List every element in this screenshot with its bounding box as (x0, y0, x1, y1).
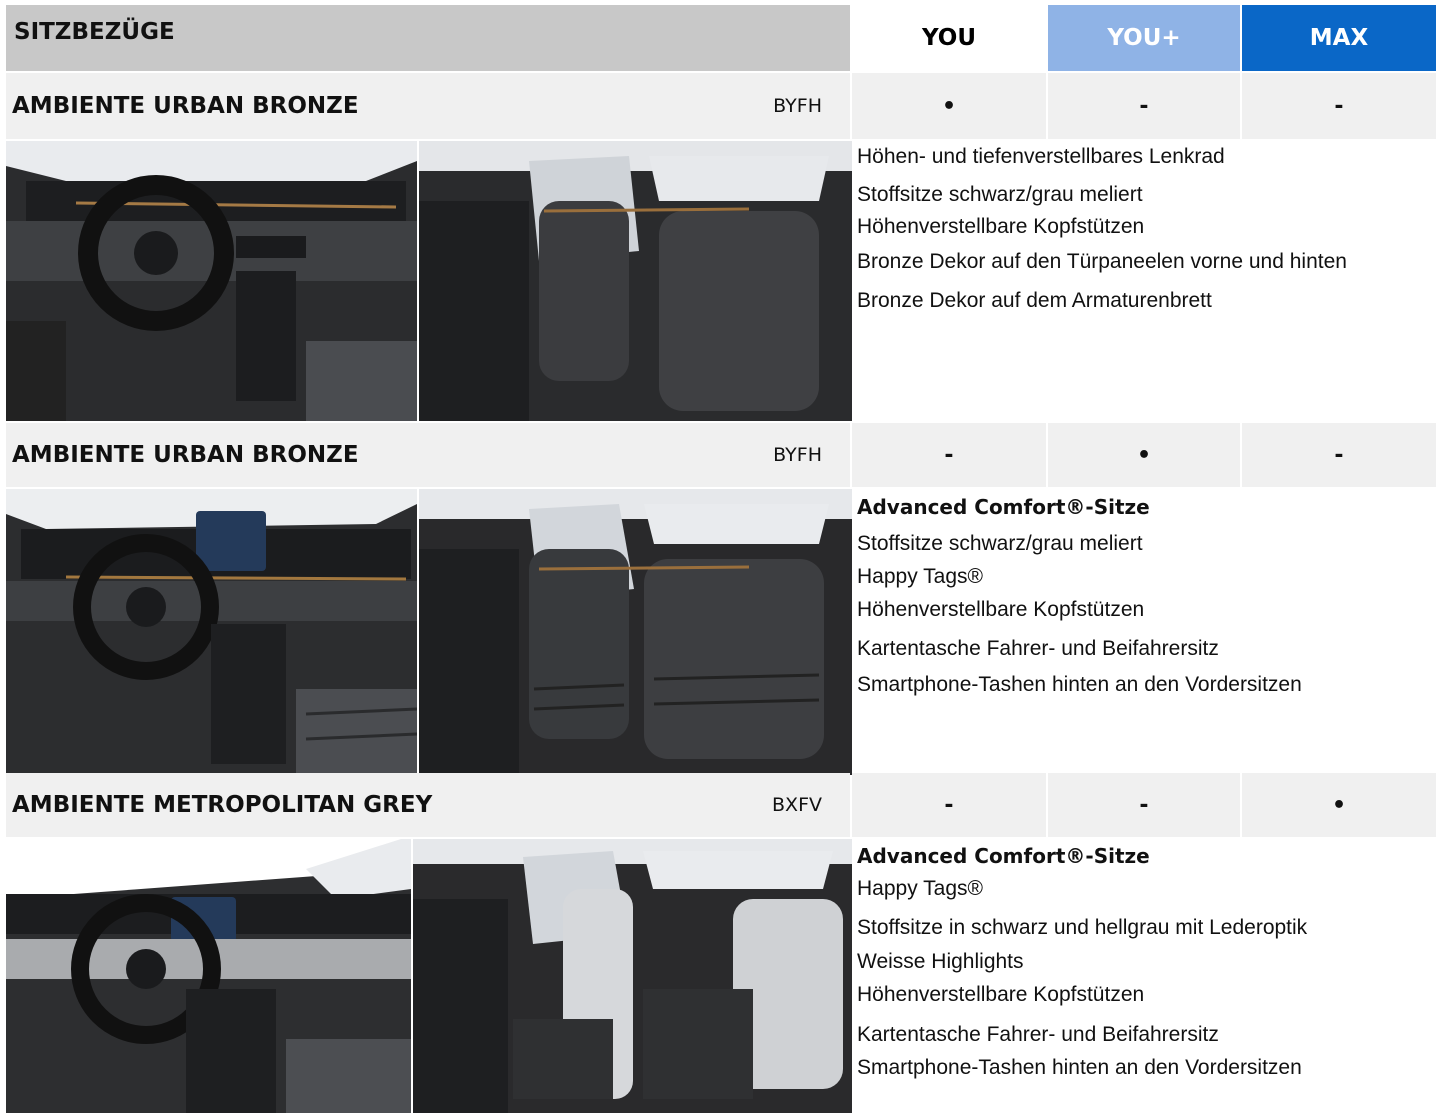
section-title: SITZBEZÜGE (6, 5, 850, 71)
option-code: BXFV (772, 794, 822, 816)
feature-item: Smartphone-Tashen hinten an den Vordersi… (857, 673, 1302, 696)
seats-photo (419, 141, 852, 421)
dashboard-photo (6, 839, 411, 1113)
feature-item: Happy Tags® (857, 565, 983, 588)
row-name: AMBIENTE METROPOLITAN GREY (12, 792, 433, 818)
row-name: AMBIENTE URBAN BRONZE (12, 442, 359, 468)
availability-you: - (852, 773, 1046, 837)
tier-max-header: MAX (1242, 5, 1436, 71)
feature-item: Smartphone-Tashen hinten an den Vordersi… (857, 1056, 1302, 1079)
feature-item: Stoffsitze in schwarz und hellgrau mit L… (857, 916, 1308, 939)
feature-item: Höhenverstellbare Kopfstützen (857, 983, 1145, 1006)
availability-max: • (1242, 773, 1436, 837)
feature-item: Bronze Dekor auf den Türpaneelen vorne u… (857, 250, 1347, 273)
feature-list: Höhen- und tiefenverstellbares Lenkrad S… (857, 141, 1437, 421)
dashboard-photo (6, 489, 417, 775)
feature-list: Advanced Comfort®-Sitze Stoffsitze schwa… (857, 489, 1437, 775)
availability-you-plus: • (1048, 423, 1240, 487)
option-code: BYFH (773, 444, 822, 466)
feature-item: Höhen- und tiefenverstellbares Lenkrad (857, 145, 1225, 168)
seats-photo (419, 489, 852, 775)
availability-you: • (852, 73, 1046, 139)
feature-item: Weisse Highlights (857, 950, 1024, 973)
feature-item: Kartentasche Fahrer- und Beifahrersitz (857, 637, 1219, 660)
feature-list: Advanced Comfort®-Sitze Happy Tags® Stof… (857, 839, 1437, 1113)
availability-you-plus: - (1048, 73, 1240, 139)
availability-max: - (1242, 73, 1436, 139)
feature-item: Bronze Dekor auf dem Armaturenbrett (857, 289, 1212, 312)
dashboard-photo (6, 141, 417, 421)
feature-item: Stoffsitze schwarz/grau meliert (857, 532, 1143, 555)
seats-photo (413, 839, 852, 1113)
feature-item-bold: Advanced Comfort®-Sitze (857, 844, 1150, 868)
availability-max: - (1242, 423, 1436, 487)
row-name: AMBIENTE URBAN BRONZE (12, 93, 359, 119)
feature-item: Stoffsitze schwarz/grau meliert (857, 183, 1143, 206)
feature-item: Höhenverstellbare Kopfstützen (857, 215, 1145, 238)
tier-you-header: YOU (852, 5, 1046, 71)
option-code: BYFH (773, 95, 822, 117)
feature-item: Kartentasche Fahrer- und Beifahrersitz (857, 1023, 1219, 1046)
availability-you-plus: - (1048, 773, 1240, 837)
tier-you-plus-header: YOU+ (1048, 5, 1240, 71)
feature-item: Höhenverstellbare Kopfstützen (857, 598, 1145, 621)
feature-item-bold: Advanced Comfort®-Sitze (857, 495, 1150, 519)
availability-you: - (852, 423, 1046, 487)
feature-item: Happy Tags® (857, 877, 983, 900)
